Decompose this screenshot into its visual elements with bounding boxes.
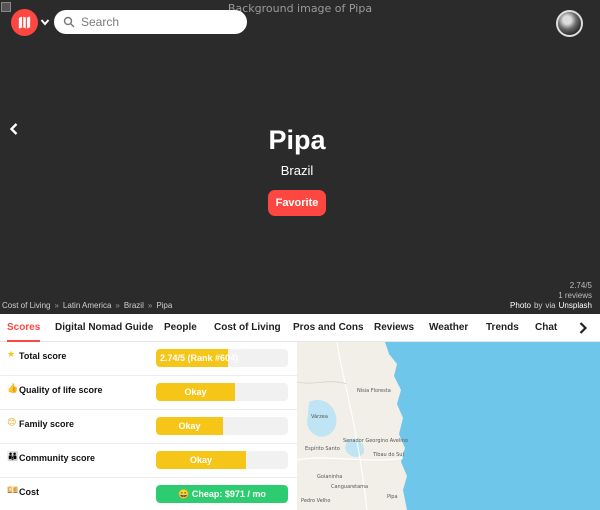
- score-row-community[interactable]: 👪 Community score Okay: [0, 444, 297, 478]
- score-row-family[interactable]: 😊 Family score Okay: [0, 410, 297, 444]
- logo-map-icon[interactable]: [11, 9, 38, 36]
- photo-credit-via: via: [545, 301, 556, 310]
- score-bar: Okay: [156, 417, 288, 435]
- hero-banner: Background image of Pipa Pipa Brazil Fav…: [0, 0, 600, 314]
- score-value: 2.74/5 (Rank #604): [160, 353, 239, 363]
- breadcrumb: Cost of Living » Latin America » Brazil …: [2, 301, 172, 310]
- score-value: Okay: [184, 387, 207, 397]
- search-icon: [63, 16, 75, 28]
- map-label: Senador Georgino Avelino: [343, 438, 408, 444]
- breadcrumb-separator: »: [147, 301, 153, 310]
- score-bar: Okay: [156, 451, 288, 469]
- map-label: Espírito Santo: [305, 446, 340, 452]
- country-name[interactable]: Brazil: [0, 163, 594, 178]
- tab-trends[interactable]: Trends: [486, 314, 519, 342]
- smiling-face-icon: 😊: [7, 418, 17, 428]
- section-tabs: Scores Digital Nomad Guide People Cost o…: [0, 314, 600, 342]
- star-icon: ★: [7, 350, 16, 360]
- search-input[interactable]: [81, 15, 241, 29]
- score-label: Total score: [19, 351, 67, 361]
- tab-scores[interactable]: Scores: [7, 314, 41, 342]
- map-label: Várzea: [311, 414, 328, 420]
- tab-chat[interactable]: Chat: [535, 314, 557, 342]
- tab-digital-nomad-guide[interactable]: Digital Nomad Guide: [55, 314, 153, 342]
- breadcrumb-item[interactable]: Latin America: [63, 301, 111, 310]
- map-label: Pipa: [387, 494, 398, 500]
- thumbs-up-icon: 👍: [7, 384, 19, 394]
- chevron-down-icon[interactable]: [40, 16, 50, 28]
- photo-credit: Photo by via Unsplash: [510, 301, 592, 310]
- search-bar[interactable]: [54, 10, 247, 34]
- score-bar: 😀 Cheap: $971 / mo: [156, 485, 288, 503]
- map-label: Tibau do Sul: [373, 452, 404, 458]
- breadcrumb-item[interactable]: Pipa: [156, 301, 172, 310]
- score-value: 😀 Cheap: $971 / mo: [178, 489, 266, 499]
- score-value: Okay: [189, 455, 213, 465]
- tab-weather[interactable]: Weather: [429, 314, 468, 342]
- city-map[interactable]: Senador Georgino Avelino Tibau do Sul Pi…: [297, 342, 600, 510]
- tab-cost-of-living[interactable]: Cost of Living: [214, 314, 281, 342]
- score-row-quality-of-life[interactable]: 👍 Quality of life score Okay: [0, 376, 297, 410]
- score-label: Community score: [19, 453, 96, 463]
- breadcrumb-separator: »: [115, 301, 120, 310]
- score-row-total[interactable]: ★ Total score 2.74/5 (Rank #604): [0, 342, 297, 376]
- tab-pros-and-cons[interactable]: Pros and Cons: [293, 314, 364, 342]
- map-label: Pedro Velho: [301, 498, 331, 504]
- chevron-right-icon: [579, 322, 588, 334]
- score-label: Quality of life score: [19, 385, 103, 395]
- photo-credit-photo[interactable]: Photo: [510, 301, 531, 310]
- map-label: Canguaretama: [331, 484, 369, 490]
- map-icon: [18, 16, 31, 29]
- map-label: Goianinha: [317, 474, 343, 480]
- photo-credit-by: by: [533, 301, 543, 310]
- scores-panel: ★ Total score 2.74/5 (Rank #604) 👍 Quali…: [0, 342, 297, 510]
- score-label: Family score: [19, 419, 75, 429]
- photo-credit-source[interactable]: Unsplash: [559, 301, 592, 310]
- tab-reviews[interactable]: Reviews: [374, 314, 414, 342]
- family-icon: 👪: [7, 452, 19, 462]
- overall-score-text: 2.74/5: [569, 281, 592, 290]
- city-name: Pipa: [268, 125, 326, 155]
- score-row-cost[interactable]: 💴 Cost 😀 Cheap: $971 / mo: [0, 478, 297, 510]
- breadcrumb-separator: »: [54, 301, 59, 310]
- breadcrumb-item[interactable]: Cost of Living: [2, 301, 50, 310]
- reviews-count[interactable]: 1 reviews: [558, 291, 592, 300]
- avatar[interactable]: [556, 10, 583, 37]
- score-value: Okay: [178, 421, 201, 431]
- favorite-button[interactable]: Favorite: [268, 190, 326, 216]
- tab-people[interactable]: People: [164, 314, 197, 342]
- breadcrumb-item[interactable]: Brazil: [124, 301, 144, 310]
- score-label: Cost: [19, 487, 39, 497]
- tabs-scroll-right-button[interactable]: [569, 317, 597, 339]
- map-label: Nísia Floresta: [357, 388, 391, 394]
- score-bar: Okay: [156, 383, 288, 401]
- money-icon: 💴: [7, 486, 19, 496]
- score-bar: 2.74/5 (Rank #604): [156, 349, 288, 367]
